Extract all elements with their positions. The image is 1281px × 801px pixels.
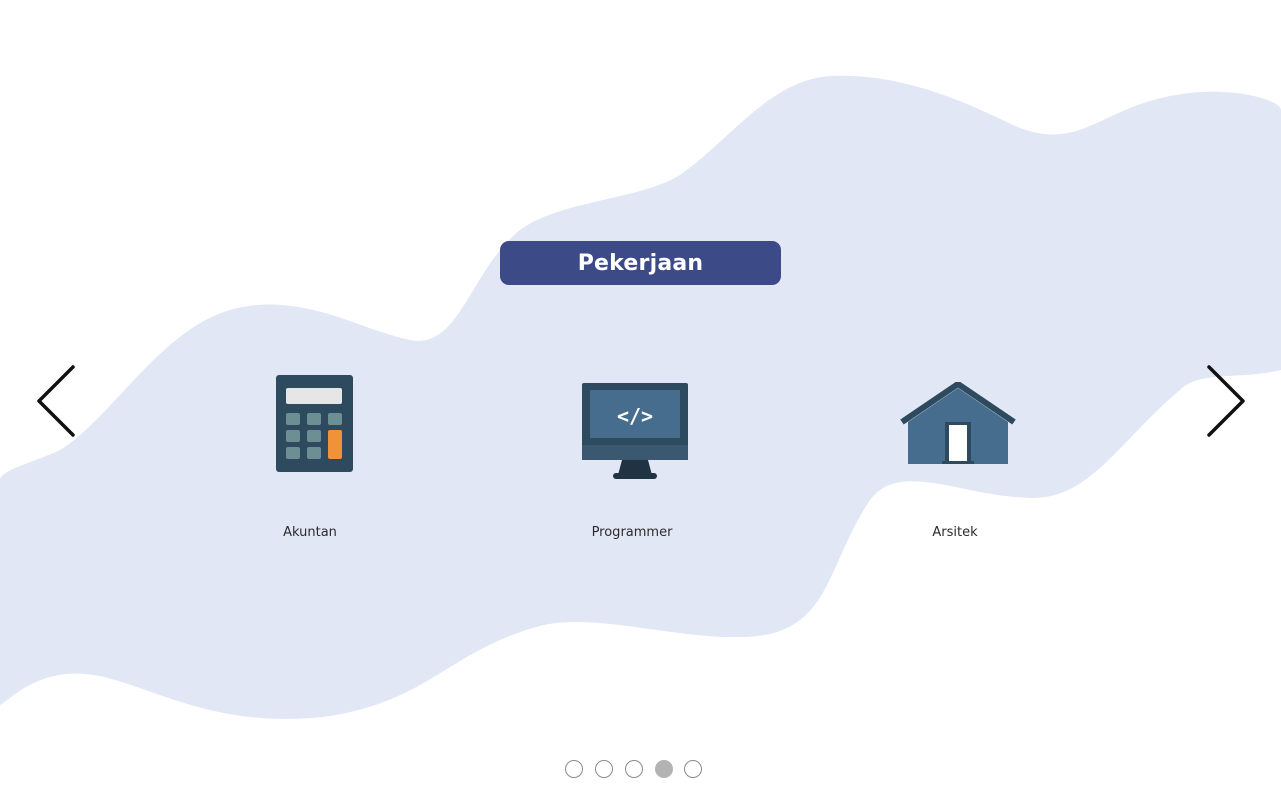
chevron-right-icon (1207, 365, 1245, 437)
carousel-item-label-akuntan: Akuntan (283, 525, 337, 540)
chevron-left-icon (37, 365, 75, 437)
carousel-item-arsitek[interactable] (875, 360, 1035, 550)
carousel-pagination (565, 759, 702, 781)
carousel-item-label-programmer: Programmer (591, 525, 673, 540)
slide-stage: Pekerjaan Akuntan </> Programmer Arsitek (0, 0, 1281, 801)
carousel-item-label-arsitek: Arsitek (932, 525, 978, 540)
pagination-dot-3[interactable] (625, 760, 643, 778)
carousel-item-programmer[interactable]: </> (552, 360, 712, 550)
pagination-dot-5[interactable] (684, 760, 702, 778)
page-title: Pekerjaan (500, 241, 781, 285)
previous-slide-button[interactable] (35, 363, 79, 439)
house-icon (900, 382, 1016, 466)
next-slide-button[interactable] (1203, 363, 1247, 439)
monitor-code-icon: </> (582, 383, 688, 480)
pagination-dot-2[interactable] (595, 760, 613, 778)
pagination-dot-4[interactable] (655, 760, 673, 778)
carousel-item-akuntan[interactable] (230, 360, 390, 550)
pagination-dot-1[interactable] (565, 760, 583, 778)
calculator-icon (276, 375, 353, 472)
svg-text:</>: </> (617, 404, 653, 428)
